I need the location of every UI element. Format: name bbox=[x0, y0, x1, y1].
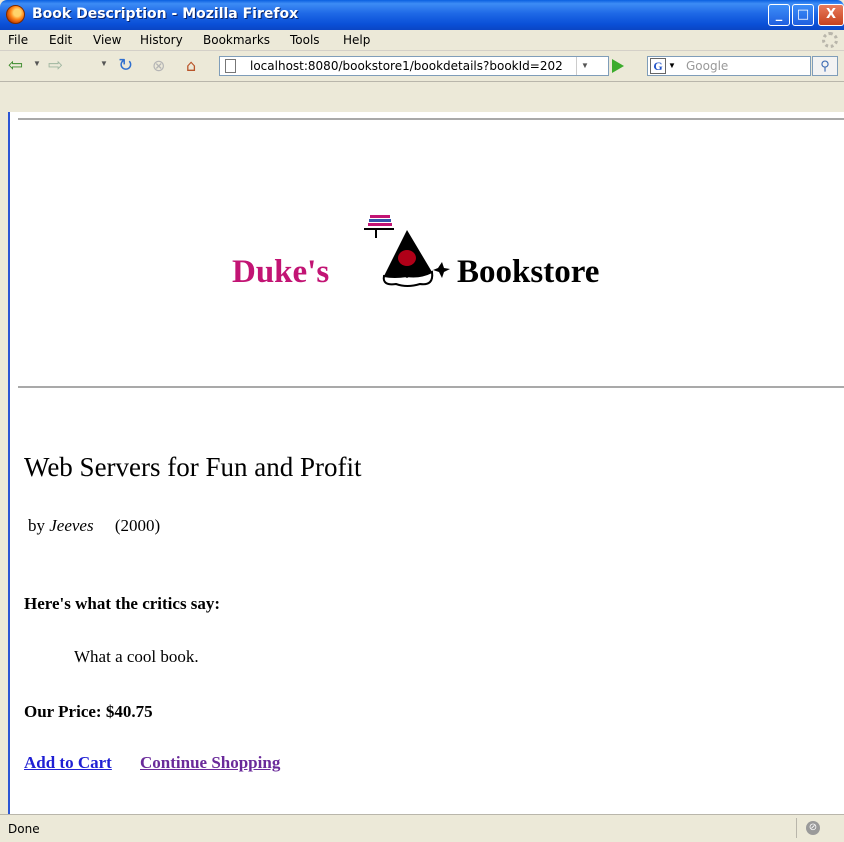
go-icon[interactable] bbox=[612, 59, 624, 73]
menu-file[interactable]: File bbox=[8, 33, 28, 47]
back-dropdown-icon[interactable]: ▼ bbox=[33, 59, 41, 68]
reload-icon[interactable]: ↻ bbox=[118, 55, 133, 77]
search-input[interactable]: Google bbox=[686, 59, 728, 73]
review-text: What a cool book. bbox=[74, 647, 199, 666]
minimize-button[interactable]: _ bbox=[768, 4, 790, 26]
by-label: by bbox=[28, 516, 45, 535]
navigation-toolbar: ⇦ ▼ ⇨ ▼ ↻ ⊗ ⌂ localhost:8080/bookstore1/… bbox=[0, 51, 844, 82]
continue-shopping-link[interactable]: Continue Shopping bbox=[140, 753, 280, 773]
duke-mascot-logo bbox=[364, 215, 450, 287]
publication-year: (2000) bbox=[114, 516, 161, 535]
stop-icon[interactable]: ⊗ bbox=[152, 55, 165, 77]
popup-blocked-icon[interactable]: ⊘ bbox=[806, 821, 820, 835]
menu-history[interactable]: History bbox=[140, 33, 183, 47]
menu-bookmarks[interactable]: Bookmarks bbox=[203, 33, 270, 47]
home-icon[interactable]: ⌂ bbox=[186, 55, 196, 77]
status-bar: Done ⊘ bbox=[0, 814, 844, 842]
status-text: Done bbox=[8, 822, 40, 836]
menu-view[interactable]: View bbox=[93, 33, 121, 47]
search-box[interactable]: G ▼ Google bbox=[647, 56, 811, 76]
top-divider bbox=[18, 118, 844, 120]
throbber-icon bbox=[822, 32, 838, 48]
menu-help[interactable]: Help bbox=[343, 33, 370, 47]
url-bar[interactable]: localhost:8080/bookstore1/bookdetails?bo… bbox=[219, 56, 609, 76]
forward-dropdown-icon[interactable]: ▼ bbox=[100, 59, 108, 68]
search-engine-dropdown-icon[interactable]: ▼ bbox=[668, 61, 676, 70]
author-name: Jeeves bbox=[49, 516, 94, 535]
firefox-icon bbox=[6, 5, 25, 24]
logo-bookstore-text: Bookstore bbox=[457, 254, 600, 290]
byline: by Jeeves (2000) bbox=[28, 516, 160, 536]
url-dropdown-icon[interactable]: ▼ bbox=[576, 57, 593, 75]
page-content: Duke's Bookstore Web Servers for Fun and… bbox=[8, 112, 844, 814]
add-to-cart-link[interactable]: Add to Cart bbox=[24, 753, 112, 773]
page-icon bbox=[225, 59, 236, 73]
logo-divider bbox=[18, 386, 844, 388]
title-bar: Book Description - Mozilla Firefox _ □ X bbox=[0, 0, 844, 30]
search-icon[interactable]: ⚲ bbox=[812, 56, 838, 76]
book-title: Web Servers for Fun and Profit bbox=[24, 452, 362, 482]
window-title: Book Description - Mozilla Firefox bbox=[32, 6, 299, 22]
close-button[interactable]: X bbox=[818, 4, 844, 26]
url-text[interactable]: localhost:8080/bookstore1/bookdetails?bo… bbox=[250, 59, 570, 73]
menu-bar: File Edit View History Bookmarks Tools H… bbox=[0, 30, 844, 51]
price-text: Our Price: $40.75 bbox=[24, 702, 153, 721]
browser-window: Book Description - Mozilla Firefox _ □ X… bbox=[0, 0, 844, 842]
back-icon[interactable]: ⇦ bbox=[8, 55, 23, 77]
menu-edit[interactable]: Edit bbox=[49, 33, 72, 47]
menu-tools[interactable]: Tools bbox=[290, 33, 320, 47]
critics-heading: Here's what the critics say: bbox=[24, 594, 221, 613]
forward-icon[interactable]: ⇨ bbox=[48, 55, 63, 77]
logo-duke-text: Duke's bbox=[232, 254, 330, 290]
google-icon[interactable]: G bbox=[650, 58, 666, 74]
maximize-button[interactable]: □ bbox=[792, 4, 814, 26]
